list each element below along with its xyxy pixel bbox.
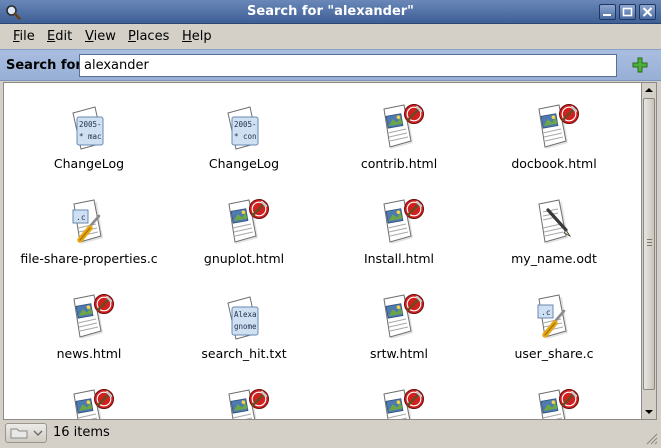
menu-edit[interactable]: Edit — [47, 29, 72, 44]
html-file-icon — [528, 388, 580, 419]
file-item[interactable]: .c user_share.c — [479, 293, 629, 361]
file-name: gnuplot.html — [203, 251, 285, 266]
menu-file[interactable]: File — [13, 29, 35, 44]
menu-bar: File Edit View Places Help — [0, 25, 661, 49]
scroll-up-button[interactable] — [642, 83, 656, 97]
close-button[interactable] — [639, 4, 656, 20]
file-item[interactable] — [479, 388, 629, 419]
text-file-icon: Alexa gnome — [218, 293, 270, 345]
file-name: srtw.html — [369, 346, 429, 361]
file-item[interactable]: Alexa gnome search_hit.txt — [169, 293, 319, 361]
vertical-scrollbar[interactable] — [642, 82, 657, 420]
chevron-down-icon — [33, 430, 43, 436]
minimize-button[interactable] — [599, 4, 616, 20]
search-bar: Search for: — [0, 49, 661, 81]
file-name: docbook.html — [511, 156, 597, 171]
svg-text:2005-: 2005- — [79, 120, 102, 129]
file-name: search_hit.txt — [201, 346, 287, 361]
html-file-icon — [218, 388, 270, 419]
scroll-up-icon — [645, 88, 653, 92]
file-item[interactable]: srtw.html — [324, 293, 474, 361]
file-item[interactable]: contrib.html — [324, 103, 474, 171]
text-file-icon: 2005- * mac — [63, 103, 115, 155]
file-item[interactable] — [324, 388, 474, 419]
file-item[interactable]: docbook.html — [479, 103, 629, 171]
scroll-down-button[interactable] — [642, 405, 656, 419]
file-item[interactable]: .c file-share-properties.c — [14, 198, 164, 266]
svg-text:* con: * con — [234, 132, 257, 141]
scrollbar-thumb[interactable] — [643, 98, 655, 390]
file-name: Install.html — [363, 251, 435, 266]
svg-text:.c: .c — [76, 213, 86, 222]
svg-text:Alexa: Alexa — [234, 310, 257, 319]
svg-text:.c: .c — [541, 308, 551, 317]
folder-icon — [10, 428, 43, 439]
c-source-file-icon: .c — [528, 293, 580, 345]
svg-text:gnome: gnome — [234, 322, 257, 331]
menu-help[interactable]: Help — [182, 29, 212, 44]
file-name: contrib.html — [360, 156, 438, 171]
menu-view[interactable]: View — [85, 29, 116, 44]
file-name: user_share.c — [514, 346, 594, 361]
search-results-view[interactable]: 2005- * mac ChangeLog 2005- * con ChangeLog co… — [3, 82, 642, 420]
file-item[interactable]: news.html — [14, 293, 164, 361]
scroll-down-icon — [645, 410, 653, 414]
html-file-icon — [63, 388, 115, 419]
file-item[interactable]: gnuplot.html — [169, 198, 319, 266]
html-file-icon — [373, 198, 425, 250]
file-item[interactable]: my_name.odt — [479, 198, 629, 266]
search-input[interactable] — [79, 54, 617, 77]
resize-grip-icon[interactable] — [646, 433, 658, 445]
html-file-icon — [373, 103, 425, 155]
html-file-icon — [218, 198, 270, 250]
html-file-icon — [528, 103, 580, 155]
location-menu-button[interactable] — [5, 423, 47, 443]
text-file-icon: 2005- * con — [218, 103, 270, 155]
maximize-button[interactable] — [619, 4, 636, 20]
close-icon — [642, 7, 653, 17]
file-item[interactable] — [169, 388, 319, 419]
c-source-file-icon: .c — [63, 198, 115, 250]
status-bar: 16 items — [0, 420, 661, 448]
window-title: Search for "alexander" — [247, 4, 414, 19]
document-file-icon — [528, 198, 580, 250]
minimize-icon — [603, 14, 611, 16]
menu-places[interactable]: Places — [128, 29, 169, 44]
file-item[interactable]: 2005- * con ChangeLog — [169, 103, 319, 171]
add-criteria-button[interactable] — [632, 57, 648, 73]
file-name: file-share-properties.c — [20, 251, 158, 266]
file-item[interactable] — [14, 388, 164, 419]
maximize-icon — [622, 7, 633, 17]
title-bar: Search for "alexander" — [0, 0, 661, 24]
file-name: ChangeLog — [208, 156, 280, 171]
file-name: news.html — [56, 346, 122, 361]
svg-text:2005-: 2005- — [234, 120, 257, 129]
html-file-icon — [373, 293, 425, 345]
html-file-icon — [63, 293, 115, 345]
file-name: ChangeLog — [53, 156, 125, 171]
search-label: Search for: — [6, 58, 88, 73]
file-item[interactable]: Install.html — [324, 198, 474, 266]
file-item[interactable]: 2005- * mac ChangeLog — [14, 103, 164, 171]
html-file-icon — [373, 388, 425, 419]
svg-text:* mac: * mac — [79, 132, 102, 141]
item-count: 16 items — [53, 425, 110, 440]
file-name: my_name.odt — [511, 251, 597, 266]
